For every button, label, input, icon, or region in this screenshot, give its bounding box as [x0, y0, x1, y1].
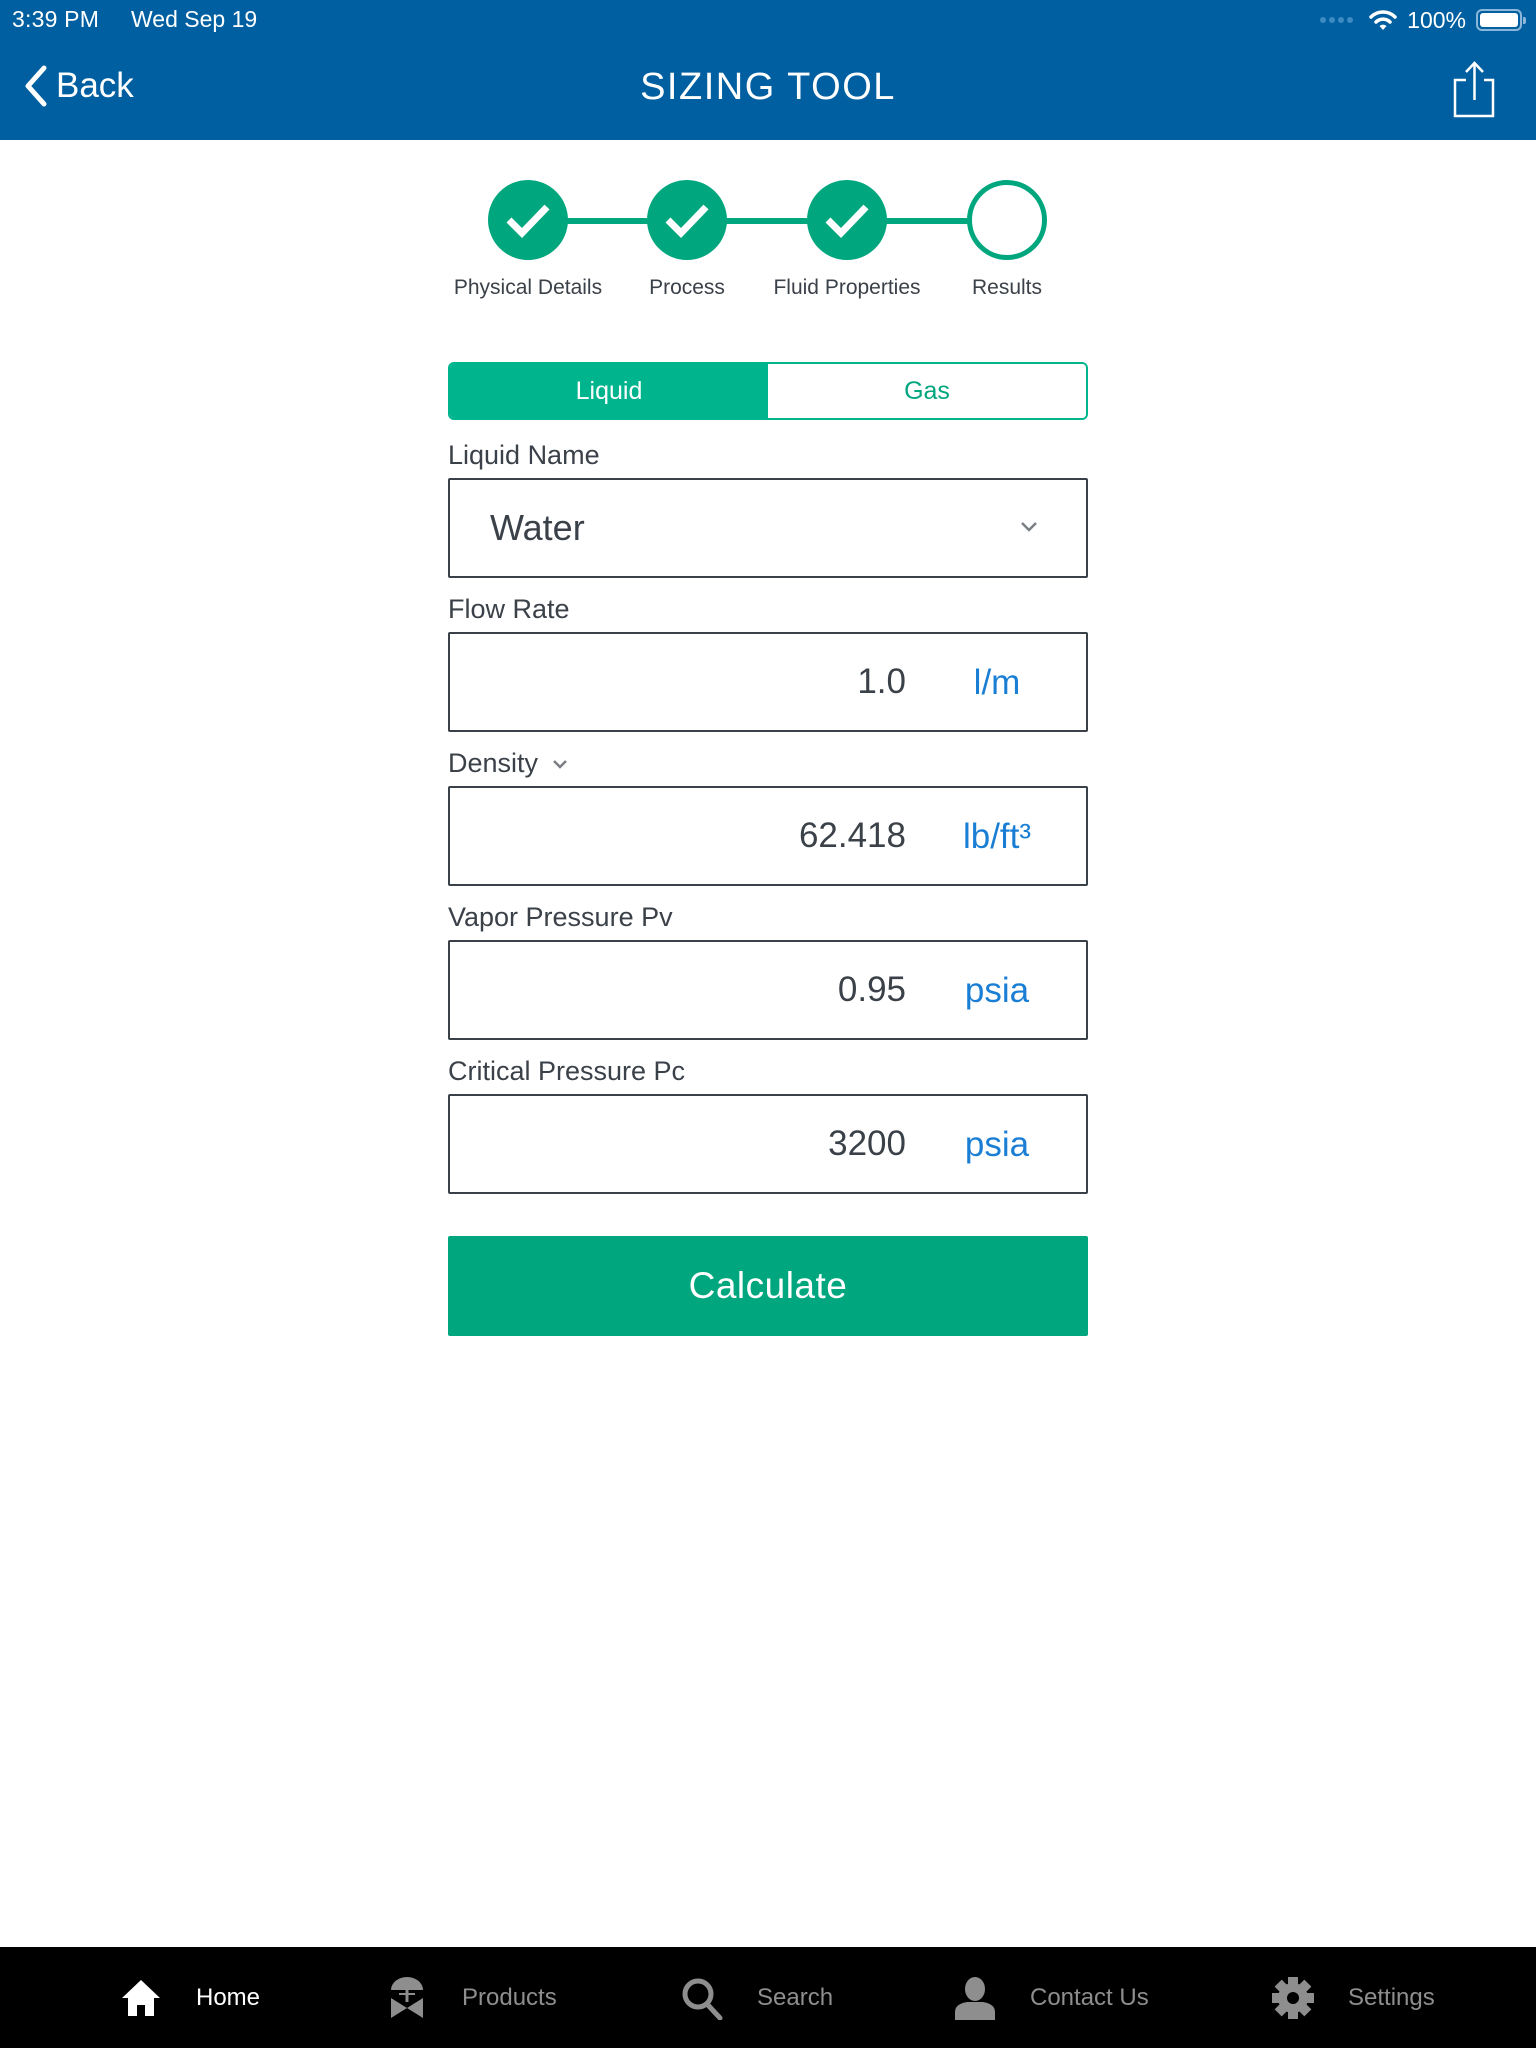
critical-pressure-label: Critical Pressure Pc	[448, 1056, 685, 1087]
flow-rate-label-text: Flow Rate	[448, 594, 570, 624]
vapor-pressure-field[interactable]: 0.95 psia	[448, 940, 1088, 1040]
calculate-button[interactable]: Calculate	[448, 1236, 1088, 1336]
progress-stepper: Physical Details Process Fluid Propertie…	[0, 0, 1536, 320]
critical-pressure-field[interactable]: 3200 psia	[448, 1094, 1088, 1194]
density-field[interactable]: 62.418 lb/ft³	[448, 786, 1088, 886]
tab-products[interactable]: Products	[384, 1947, 557, 2048]
segment-gas[interactable]: Gas	[768, 364, 1086, 418]
checkmark-icon	[665, 204, 709, 238]
vapor-pressure-label: Vapor Pressure Pv	[448, 902, 673, 933]
tab-search[interactable]: Search	[679, 1947, 833, 2048]
step-4-incomplete[interactable]	[967, 180, 1047, 260]
critical-pressure-input[interactable]: 3200	[828, 1096, 906, 1192]
tab-contact-us[interactable]: Contact Us	[952, 1947, 1149, 2048]
density-input[interactable]: 62.418	[799, 788, 906, 884]
home-icon	[118, 1975, 164, 2021]
step-connector	[528, 218, 1008, 224]
segment-liquid[interactable]: Liquid	[450, 364, 768, 418]
liquid-name-label-text: Liquid Name	[448, 440, 600, 470]
flow-rate-field[interactable]: 1.0 l/m	[448, 632, 1088, 732]
density-label-text: Density	[448, 748, 539, 778]
tab-home-label: Home	[196, 1983, 261, 2011]
step-2-complete[interactable]	[647, 180, 727, 260]
checkmark-icon	[506, 204, 550, 238]
tab-settings[interactable]: Settings	[1270, 1947, 1435, 2048]
chevron-down-icon[interactable]	[552, 758, 568, 770]
fluid-type-segmented-control: Liquid Gas	[448, 362, 1088, 420]
critical-pressure-label-text: Critical Pressure Pc	[448, 1056, 686, 1086]
tab-products-label: Products	[462, 1983, 557, 2011]
bottom-tab-bar: Home Products Search Contact Us Settings	[0, 1947, 1536, 2048]
tab-contact-us-label: Contact Us	[1030, 1983, 1149, 2011]
step-1-complete[interactable]	[488, 180, 568, 260]
step-3-complete[interactable]	[807, 180, 887, 260]
liquid-name-dropdown[interactable]: Water	[448, 478, 1088, 578]
checkmark-icon	[825, 204, 869, 238]
density-unit-selector[interactable]: lb/ft³	[932, 788, 1062, 886]
liquid-name-label: Liquid Name	[448, 440, 600, 471]
valve-icon	[384, 1975, 430, 2021]
vapor-pressure-unit-selector[interactable]: psia	[932, 942, 1062, 1040]
chevron-down-icon	[1021, 522, 1037, 532]
flow-rate-label: Flow Rate	[448, 594, 570, 625]
person-icon	[952, 1975, 998, 2021]
density-label[interactable]: Density	[448, 748, 568, 779]
search-icon	[679, 1975, 725, 2021]
vapor-pressure-input[interactable]: 0.95	[838, 942, 906, 1038]
gear-icon	[1270, 1975, 1316, 2021]
tab-settings-label: Settings	[1348, 1983, 1435, 2011]
tab-home[interactable]: Home	[118, 1947, 260, 2048]
flow-rate-unit-selector[interactable]: l/m	[932, 634, 1062, 732]
critical-pressure-unit-selector[interactable]: psia	[932, 1096, 1062, 1194]
vapor-pressure-label-text: Vapor Pressure Pv	[448, 902, 673, 932]
flow-rate-input[interactable]: 1.0	[857, 634, 906, 730]
liquid-name-value: Water	[490, 507, 585, 548]
step-label: Results	[971, 276, 1043, 299]
tab-search-label: Search	[757, 1983, 834, 2011]
